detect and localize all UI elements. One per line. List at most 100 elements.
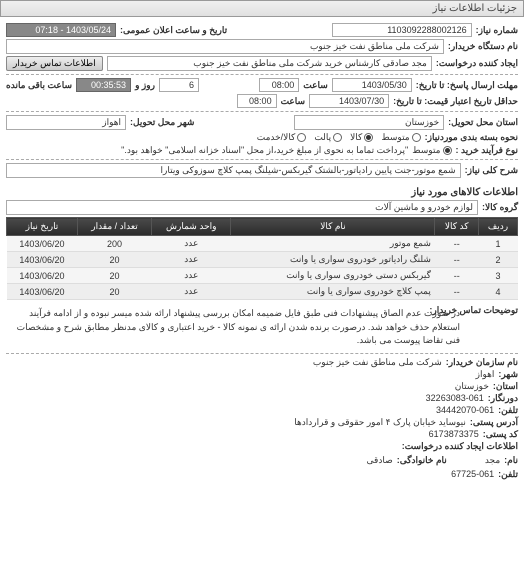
table-cell: 2 — [479, 252, 518, 268]
delivery-city-label: شهر محل تحویل: — [130, 117, 194, 128]
org-value: شرکت ملی مناطق نفت خیز جنوب — [313, 357, 442, 368]
goods-table: ردیف کد کالا نام کالا واحد شمارش تعداد /… — [6, 217, 518, 300]
pub-date-field: 1403/05/24 - 07:18 — [6, 23, 116, 37]
table-cell: عدد — [152, 252, 231, 268]
table-cell: گیربکس دستی خودروی سواری یا وانت — [231, 268, 435, 284]
table-cell: 20 — [77, 252, 151, 268]
table-cell: عدد — [152, 268, 231, 284]
creator-info-label: اطلاعات ایجاد کننده درخواست: — [402, 441, 518, 452]
table-cell: 20 — [77, 268, 151, 284]
packaging-opt-2[interactable]: پالت — [314, 132, 342, 143]
lastname-value: صادقی — [367, 455, 393, 466]
notes-text: در صورت عدم الصاق پیشنهادات فنی طبق فایل… — [6, 305, 464, 350]
table-cell: 1403/06/20 — [7, 284, 78, 300]
need-desc-label: شرح کلی نیاز: — [465, 165, 518, 176]
saat-label-2: ساعت — [281, 96, 306, 107]
delivery-state-field: خوزستان — [294, 115, 444, 130]
table-cell: عدد — [152, 284, 231, 300]
packaging-label: نحوه بسته بندی موردنیاز: — [425, 132, 518, 143]
creator-field: مجد صادقی کارشناس خرید شرکت ملی مناطق نف… — [107, 56, 432, 71]
delivery-state-label: استان محل تحویل: — [448, 117, 518, 128]
name-value: مجد — [485, 455, 500, 466]
phone-label: تلفن: — [498, 405, 518, 416]
fax-value: 32263083-061 — [426, 393, 484, 404]
packaging-opt-3[interactable]: کالا/خدمت — [257, 132, 307, 143]
valid-time-field: 08:00 — [237, 94, 277, 108]
table-row: 4--پمپ کلاچ خودروی سواری یا وانتعدد20140… — [7, 284, 518, 300]
table-cell: 1 — [479, 236, 518, 252]
province-value: خوزستان — [455, 381, 489, 392]
lastname-label: نام خانوادگی: — [397, 455, 447, 466]
org-label: نام سازمان خریدار: — [446, 357, 518, 368]
table-cell: 3 — [479, 268, 518, 284]
time-remaining-field: 00:35:53 — [76, 78, 131, 92]
panel-title: جزئیات اطلاعات نیاز — [433, 3, 517, 14]
req-no-field: 1103092288002126 — [332, 23, 472, 37]
table-cell: -- — [435, 252, 479, 268]
packaging-opt-0[interactable]: متوسط — [381, 132, 420, 143]
table-cell: 1403/06/20 — [7, 236, 78, 252]
postal-label: آدرس پستی: — [470, 417, 518, 428]
th-2: نام کالا — [231, 218, 435, 236]
pub-date-label: تاریخ و ساعت اعلان عمومی: — [120, 25, 227, 36]
delivery-city-field: اهواز — [6, 115, 126, 130]
contact-button[interactable]: اطلاعات تماس خریدار — [6, 56, 103, 71]
buy-type-radio-group: متوسط — [412, 145, 451, 156]
postcode-label: کد پستی: — [483, 429, 518, 440]
saat-label-1: ساعت — [303, 80, 328, 91]
buy-type-opt-0[interactable]: متوسط — [412, 145, 451, 156]
table-cell: -- — [435, 284, 479, 300]
table-cell: -- — [435, 236, 479, 252]
tel-value: 67725-061 — [451, 469, 494, 480]
th-1: کد کالا — [435, 218, 479, 236]
tel-label: تلفن: — [498, 469, 518, 480]
table-cell: شلنگ رادیاتور خودروی سواری یا وانت — [231, 252, 435, 268]
province-label: استان: — [493, 381, 518, 392]
valid-date-field: 1403/07/30 — [309, 94, 389, 108]
deadline-date-field: 1403/05/30 — [332, 78, 412, 92]
table-row: 2--شلنگ رادیاتور خودروی سواری یا وانتعدد… — [7, 252, 518, 268]
goods-group-field: لوازم خودرو و ماشین آلات — [6, 200, 478, 215]
panel-header: جزئیات اطلاعات نیاز — [0, 0, 524, 17]
creator-label: ایجاد کننده درخواست: — [436, 58, 518, 69]
table-row: 3--گیربکس دستی خودروی سواری یا وانتعدد20… — [7, 268, 518, 284]
buy-type-label: نوع فرآیند خرید : — [456, 145, 519, 156]
days-remaining-label: روز و — [135, 80, 155, 91]
th-5: تاریخ نیاز — [7, 218, 78, 236]
buyer-field: شرکت ملی مناطق نفت خیز جنوب — [6, 39, 444, 54]
th-3: واحد شمارش — [152, 218, 231, 236]
days-remaining-field: 6 — [159, 78, 199, 92]
phone-value: 34442070-061 — [436, 405, 494, 416]
table-cell: 4 — [479, 284, 518, 300]
packaging-radio-group: متوسط کالا پالت کالا/خدمت — [257, 132, 421, 143]
buy-type-note: "پرداخت تماما به نحوی از مبلغ خرید،از مح… — [121, 145, 408, 156]
req-no-label: شماره نیاز: — [476, 25, 518, 36]
postal-value: نیوساید خیابان پارک ۴ امور حقوقی و قرارد… — [294, 417, 466, 428]
table-cell: عدد — [152, 236, 231, 252]
valid-label: حداقل تاریخ اعتبار قیمت: تا تاریخ: — [393, 96, 518, 107]
packaging-opt-1[interactable]: کالا — [350, 132, 373, 143]
need-desc-field: شمع موتور-جنت پایین رادیاتور-بالشتک گیرب… — [6, 163, 461, 178]
main-content: شماره نیاز: 1103092288002126 تاریخ و ساع… — [0, 17, 524, 485]
postcode-value: 6173873375 — [429, 429, 479, 440]
th-0: ردیف — [479, 218, 518, 236]
buyer-label: نام دستگاه خریدار: — [448, 41, 518, 52]
table-cell: 200 — [77, 236, 151, 252]
notes-label: توضیحات تماس خریدار: — [468, 305, 518, 316]
goods-section-title: اطلاعات کالاهای مورد نیاز — [6, 187, 518, 198]
table-cell: شمع موتور — [231, 236, 435, 252]
th-4: تعداد / مقدار — [77, 218, 151, 236]
name-label: نام: — [504, 455, 518, 466]
city-label: شهر: — [498, 369, 518, 380]
table-cell: 1403/06/20 — [7, 268, 78, 284]
table-cell: 20 — [77, 284, 151, 300]
table-cell: 1403/06/20 — [7, 252, 78, 268]
deadline-time-field: 08:00 — [259, 78, 299, 92]
goods-group-label: گروه کالا: — [482, 202, 518, 213]
table-cell: پمپ کلاچ خودروی سواری یا وانت — [231, 284, 435, 300]
table-row: 1--شمع موتورعدد2001403/06/20 — [7, 236, 518, 252]
fax-label: دورنگار: — [488, 393, 518, 404]
deadline-label: مهلت ارسال پاسخ: تا تاریخ: — [416, 80, 518, 91]
city-value: اهواز — [476, 369, 495, 380]
time-remaining-label: ساعت باقی مانده — [6, 80, 72, 91]
